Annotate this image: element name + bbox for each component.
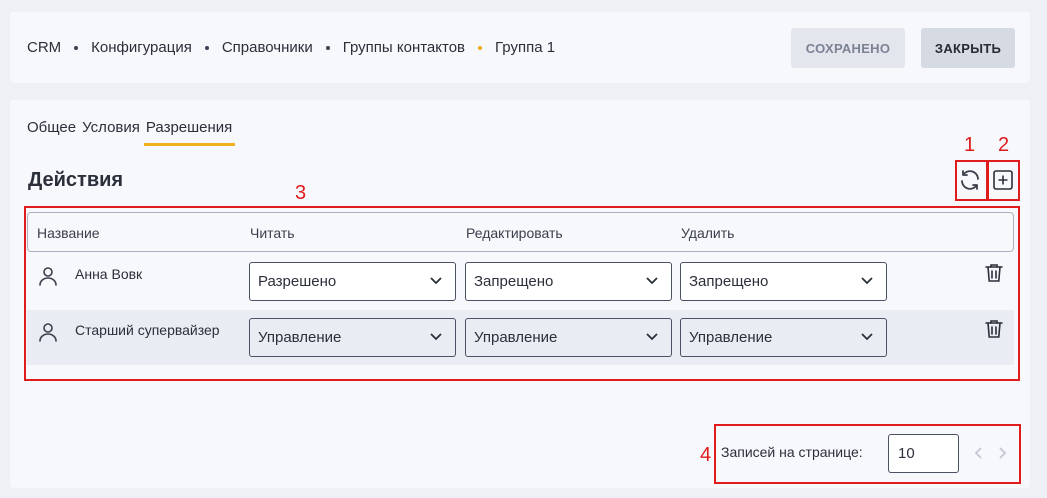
breadcrumb-item-contact-groups[interactable]: Группы контактов xyxy=(343,39,465,56)
annotation-label-4: 4 xyxy=(700,444,712,466)
tab-permissions[interactable]: Разрешения xyxy=(143,119,236,146)
breadcrumb-item-crm[interactable]: CRM xyxy=(27,39,61,56)
tab-conditions[interactable]: Условия xyxy=(82,119,140,144)
annotation-label-2: 2 xyxy=(998,134,1010,156)
annotation-box-2 xyxy=(987,160,1020,201)
breadcrumb-separator-current xyxy=(478,45,483,50)
breadcrumb-separator xyxy=(325,45,330,50)
annotation-box-1 xyxy=(955,160,988,201)
close-button[interactable]: ЗАКРЫТЬ xyxy=(921,28,1015,68)
section-title: Действия xyxy=(28,169,124,191)
top-bar: CRM Конфигурация Справочники Группы конт… xyxy=(10,12,1030,83)
breadcrumb-item-current: Группа 1 xyxy=(495,39,556,56)
tab-bar: Общее Условия Разрешения xyxy=(27,119,238,146)
annotation-label-3: 3 xyxy=(295,182,307,204)
tab-general[interactable]: Общее xyxy=(27,119,76,144)
breadcrumb: CRM Конфигурация Справочники Группы конт… xyxy=(27,39,555,56)
saved-button[interactable]: СОХРАНЕНО xyxy=(791,28,905,68)
breadcrumb-item-configuration[interactable]: Конфигурация xyxy=(91,39,192,56)
breadcrumb-item-directories[interactable]: Справочники xyxy=(222,39,313,56)
annotation-box-3 xyxy=(24,206,1020,381)
annotation-label-1: 1 xyxy=(964,134,976,156)
annotation-box-4 xyxy=(714,424,1021,484)
breadcrumb-separator xyxy=(74,45,79,50)
breadcrumb-separator xyxy=(204,45,209,50)
